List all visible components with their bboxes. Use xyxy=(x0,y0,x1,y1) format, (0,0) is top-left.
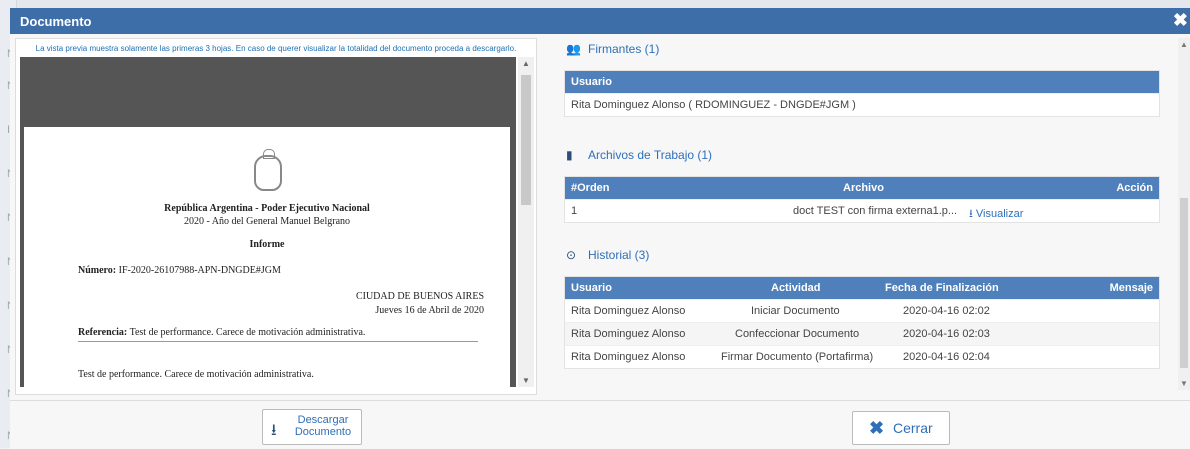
column-header: Actividad xyxy=(771,282,821,294)
table-row: Rita Dominguez Alonso ( RDOMINGUEZ - DNG… xyxy=(565,93,1159,116)
download-icon: ⭳ xyxy=(969,208,976,220)
scroll-down-icon[interactable]: ▼ xyxy=(1180,379,1188,388)
archivos-table: #Orden Archivo Acción 1 doct TEST con fi… xyxy=(564,176,1160,223)
doc-ref-label: Referencia: xyxy=(78,327,128,338)
modal-header: Documento ✖ xyxy=(10,8,1190,34)
doc-numero: Número: IF-2020-26107988-APN-DNGDE#JGM xyxy=(78,265,281,276)
close-icon[interactable]: ✖ xyxy=(1173,10,1188,31)
scrollbar-thumb[interactable] xyxy=(521,75,531,205)
archivos-heading: ▮ Archivos de Trabajo (1) xyxy=(566,148,712,162)
background-top-bar xyxy=(0,0,1190,8)
actividad-cell: Firmar Documento (Portafirma) xyxy=(721,351,874,363)
firmantes-heading: 👥 Firmantes (1) xyxy=(566,42,659,56)
table-header: Usuario xyxy=(565,71,1159,93)
preview-note: La vista previa muestra solamente las pr… xyxy=(35,44,517,53)
table-row: 1 doct TEST con firma externa1.p... ⭳ Vi… xyxy=(565,199,1159,222)
column-header: Usuario xyxy=(571,282,612,294)
visualizar-label: Visualizar xyxy=(975,208,1024,220)
details-scrollbar[interactable]: ▲ ▼ xyxy=(1178,38,1190,390)
close-button[interactable]: ✖ Cerrar xyxy=(852,411,950,445)
historial-title: Historial (3) xyxy=(588,248,650,262)
download-button-label: Descargar Documento xyxy=(293,414,353,438)
scroll-down-icon[interactable]: ▼ xyxy=(522,376,530,385)
doc-numero-value: IF-2020-26107988-APN-DNGDE#JGM xyxy=(118,265,281,276)
file-icon: ▮ xyxy=(566,148,573,162)
download-label-line1: Descargar xyxy=(297,414,349,426)
doc-reference: Referencia: Test de performance. Carece … xyxy=(78,327,365,338)
scroll-up-icon[interactable]: ▲ xyxy=(522,59,530,68)
doc-date: Jueves 16 de Abril de 2020 xyxy=(375,305,484,316)
users-icon: 👥 xyxy=(566,42,581,56)
column-header: #Orden xyxy=(571,182,610,194)
download-document-button[interactable]: ⭳ Descargar Documento xyxy=(262,409,362,445)
actividad-cell: Confeccionar Documento xyxy=(735,328,860,340)
scrollbar-thumb[interactable] xyxy=(1180,198,1188,368)
historial-table: Usuario Actividad Fecha de Finalización … xyxy=(564,276,1160,369)
table-row: Rita Dominguez Alonso Firmar Documento (… xyxy=(565,345,1159,368)
document-modal: Documento ✖ La vista previa muestra sola… xyxy=(10,8,1190,449)
table-header: Usuario Actividad Fecha de Finalización … xyxy=(565,277,1159,299)
actividad-cell: Iniciar Documento xyxy=(751,305,840,317)
doc-divider xyxy=(78,341,478,342)
table-header: #Orden Archivo Acción xyxy=(565,177,1159,199)
doc-type: Informe xyxy=(249,239,285,250)
fecha-cell: 2020-04-16 02:03 xyxy=(903,328,990,340)
archivo-cell: doct TEST con firma externa1.p... xyxy=(793,205,958,217)
firmante-cell: Rita Dominguez Alonso ( RDOMINGUEZ - DNG… xyxy=(571,99,856,111)
details-pane: 👥 Firmantes (1) Usuario Rita Dominguez Al… xyxy=(558,38,1178,390)
scroll-up-icon[interactable]: ▲ xyxy=(1180,40,1188,49)
modal-title: Documento xyxy=(20,14,92,29)
usuario-cell: Rita Dominguez Alonso xyxy=(571,305,686,317)
doc-line2: 2020 - Año del General Manuel Belgrano xyxy=(183,216,351,227)
close-button-label: Cerrar xyxy=(893,420,933,436)
firmantes-table: Usuario Rita Dominguez Alonso ( RDOMINGU… xyxy=(564,70,1160,117)
visualizar-link[interactable]: ⭳ Visualizar xyxy=(969,205,1023,224)
column-header: Usuario xyxy=(571,76,612,88)
document-page: República Argentina - Poder Ejecutivo Na… xyxy=(24,127,510,387)
table-row: Rita Dominguez Alonso Confeccionar Docum… xyxy=(565,322,1159,345)
column-header: Archivo xyxy=(843,182,884,194)
doc-ref-value: Test de performance. Carece de motivació… xyxy=(129,327,366,338)
fecha-cell: 2020-04-16 02:02 xyxy=(903,305,990,317)
preview-scrollbar[interactable]: ▲ ▼ xyxy=(518,57,534,387)
clock-icon: ⊙ xyxy=(566,248,577,262)
table-row: Rita Dominguez Alonso Iniciar Documento … xyxy=(565,299,1159,322)
document-viewer[interactable]: República Argentina - Poder Ejecutivo Na… xyxy=(20,57,516,387)
column-header: Fecha de Finalización xyxy=(885,282,999,294)
usuario-cell: Rita Dominguez Alonso xyxy=(571,351,686,363)
column-header: Acción xyxy=(1116,182,1153,194)
download-icon: ⭳ xyxy=(271,422,277,439)
historial-heading: ⊙ Historial (3) xyxy=(566,248,649,262)
doc-line1: República Argentina - Poder Ejecutivo Na… xyxy=(164,203,370,214)
fecha-cell: 2020-04-16 02:04 xyxy=(903,351,990,363)
firmantes-title: Firmantes (1) xyxy=(588,42,660,56)
close-x-icon: ✖ xyxy=(869,418,885,438)
usuario-cell: Rita Dominguez Alonso xyxy=(571,328,686,340)
doc-body: Test de performance. Carece de motivació… xyxy=(78,369,314,380)
doc-city: CIUDAD DE BUENOS AIRES xyxy=(355,291,484,302)
coat-of-arms-icon xyxy=(254,149,282,191)
download-label-line2: Documento xyxy=(294,426,352,438)
modal-footer: ⭳ Descargar Documento ✖ Cerrar xyxy=(10,400,1190,449)
archivos-title: Archivos de Trabajo (1) xyxy=(588,148,713,162)
preview-pane: La vista previa muestra solamente las pr… xyxy=(15,38,537,395)
doc-numero-label: Número: xyxy=(78,265,117,276)
column-header: Mensaje xyxy=(1109,282,1153,294)
orden-cell: 1 xyxy=(571,205,578,217)
